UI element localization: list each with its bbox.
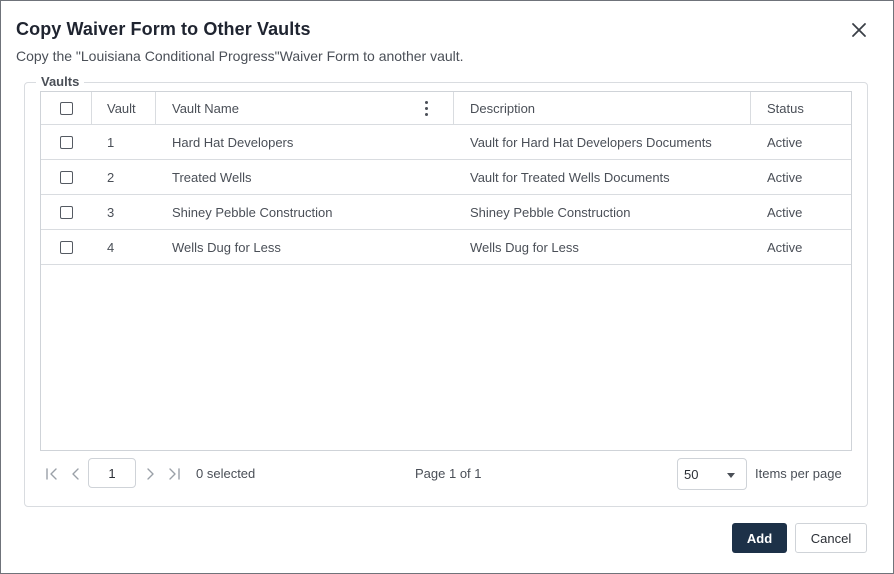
column-header-description[interactable]: Description [454,92,751,124]
column-header-vault-name[interactable]: Vault Name [156,92,454,124]
table-row[interactable]: 3 Shiney Pebble Construction Shiney Pebb… [41,195,851,230]
cell-vault: 3 [107,204,115,220]
pager: 0 selected Page 1 of 1 50 Items per page [40,457,852,491]
table-row[interactable]: 1 Hard Hat Developers Vault for Hard Hat… [41,125,851,160]
row-checkbox[interactable] [60,205,73,219]
cell-description: Wells Dug for Less [470,239,579,255]
table-row[interactable]: 4 Wells Dug for Less Wells Dug for Less … [41,230,851,265]
selected-count: 0 selected [196,466,256,481]
column-header-vault[interactable]: Vault [92,92,156,124]
cell-status: Active [767,239,803,255]
row-select-cell [41,125,92,159]
chevron-down-icon [727,473,735,478]
vaults-grid: Vault Vault Name Description Status 1 Ha… [40,91,852,451]
cell-vault-name: Hard Hat Developers [172,134,294,150]
cell-description: Shiney Pebble Construction [470,204,631,220]
items-per-page-label: Items per page [755,466,842,481]
cancel-button[interactable]: Cancel [795,523,867,553]
cell-vault: 2 [107,169,115,185]
row-checkbox[interactable] [60,170,73,184]
cell-vault: 4 [107,239,115,255]
row-select-cell [41,195,92,229]
row-checkbox[interactable] [60,135,73,149]
row-select-cell [41,230,92,264]
page-number-input[interactable] [88,458,136,488]
row-checkbox[interactable] [60,240,73,254]
cell-description: Vault for Hard Hat Developers Documents [470,134,712,150]
row-select-cell [41,160,92,194]
add-button[interactable]: Add [732,523,787,553]
grid-header-row: Vault Vault Name Description Status [41,92,851,125]
items-per-page-select[interactable]: 50 [677,458,747,490]
close-icon [852,23,866,37]
table-row[interactable]: 2 Treated Wells Vault for Treated Wells … [41,160,851,195]
cell-vault-name: Treated Wells [172,169,252,185]
first-page-icon[interactable] [44,466,60,482]
vaults-legend: Vaults [36,74,85,89]
cell-vault: 1 [107,134,115,150]
items-per-page-value: 50 [684,467,699,482]
dialog-subtitle: Copy the "Louisiana Conditional Progress… [16,48,464,64]
select-all-checkbox[interactable] [59,101,73,115]
column-header-vault-name-label: Vault Name [172,100,239,116]
next-page-icon[interactable] [142,466,158,482]
column-header-status[interactable]: Status [751,92,851,124]
close-button[interactable] [847,18,871,42]
previous-page-icon[interactable] [68,466,84,482]
cell-status: Active [767,134,803,150]
cell-status: Active [767,169,803,185]
page-info: Page 1 of 1 [415,466,482,481]
cell-vault-name: Wells Dug for Less [172,239,281,255]
cell-description: Vault for Treated Wells Documents [470,169,670,185]
cell-status: Active [767,204,803,220]
copy-waiver-dialog: Copy Waiver Form to Other Vaults Copy th… [0,0,894,574]
cell-vault-name: Shiney Pebble Construction [172,204,333,220]
last-page-icon[interactable] [166,466,182,482]
dialog-title: Copy Waiver Form to Other Vaults [16,19,311,39]
header-select-cell [41,92,92,124]
kebab-menu-icon[interactable] [425,101,429,117]
